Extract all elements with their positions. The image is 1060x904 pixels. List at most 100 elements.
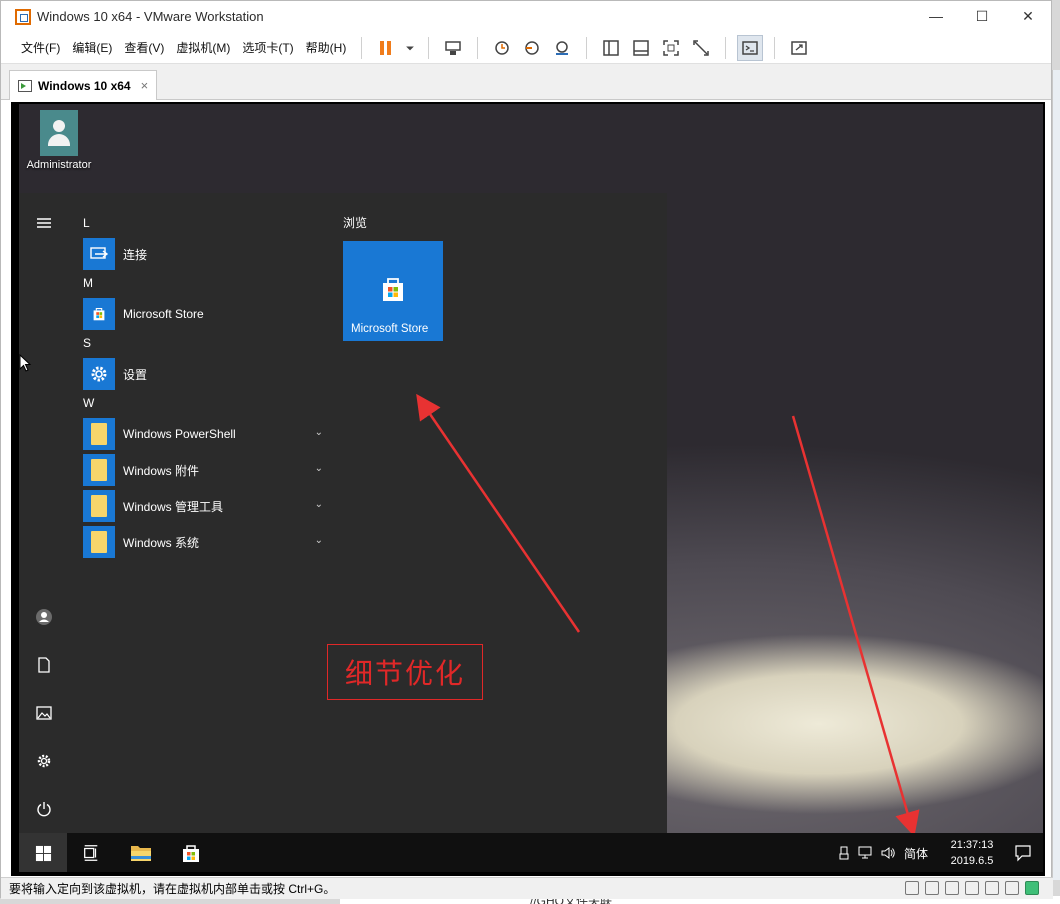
snapshot-icon[interactable] — [489, 35, 515, 61]
title-bar: Windows 10 x64 - VMware Workstation — ☐ … — [1, 1, 1051, 32]
close-button[interactable]: ✕ — [1005, 1, 1051, 31]
dropdown-icon[interactable] — [403, 35, 417, 61]
console-icon[interactable] — [737, 34, 764, 61]
revert-snapshot-icon[interactable] — [519, 35, 545, 61]
store-icon — [377, 273, 409, 308]
volume-icon[interactable] — [877, 833, 899, 872]
status-bar: 要将输入定向到该虚拟机，请在虚拟机内部单击或按 Ctrl+G。 — [1, 877, 1053, 899]
thumbnail-bar-icon[interactable] — [628, 35, 654, 61]
chevron-down-icon[interactable]: ⌄ — [315, 535, 323, 546]
fullscreen-icon[interactable] — [658, 35, 684, 61]
unity-icon[interactable] — [688, 35, 714, 61]
toolbar-separator — [586, 36, 588, 59]
usb-device-icon[interactable] — [833, 833, 855, 872]
maximize-button[interactable]: ☐ — [959, 1, 1005, 31]
app-name: 设置 — [123, 367, 148, 382]
store-taskbar-icon[interactable] — [167, 833, 215, 872]
toolbar-separator — [428, 36, 430, 59]
power-icon[interactable] — [32, 797, 56, 821]
clock[interactable]: 21:37:13 2019.6.5 — [941, 837, 1003, 869]
tab-strip: Windows 10 x64 × — [1, 64, 1051, 100]
app-folder-system[interactable]: Windows 系统 ⌄ — [83, 525, 323, 559]
toolbar-separator — [774, 36, 776, 59]
sound-card-icon[interactable] — [985, 881, 999, 895]
menu-tabs[interactable]: 选项卡(T) — [236, 36, 299, 60]
app-list: L 连接 M Microsoft Store S 设置 W Windows Po… — [83, 213, 323, 561]
toolbar-separator — [725, 36, 727, 59]
group-header-m[interactable]: M — [83, 273, 323, 293]
minimize-button[interactable]: — — [913, 1, 959, 31]
tiles-group-header[interactable]: 浏览 — [343, 213, 443, 233]
folder-icon — [83, 490, 115, 522]
annotation-text: 细节优化 — [344, 657, 465, 690]
system-tray: 简体 21:37:13 2019.6.5 — [833, 833, 1043, 872]
network-adapter-icon[interactable] — [945, 881, 959, 895]
windows-logo-icon — [35, 845, 51, 861]
folder-icon — [83, 418, 115, 450]
file-explorer-icon[interactable] — [117, 833, 165, 872]
menu-file[interactable]: 文件(F) — [15, 36, 66, 60]
menu-edit[interactable]: 编辑(E) — [66, 36, 118, 60]
annotation-box: 细节优化 — [327, 644, 483, 700]
start-button[interactable] — [19, 833, 67, 872]
network-icon[interactable] — [855, 833, 877, 872]
hamburger-menu-icon[interactable] — [32, 211, 56, 235]
app-connect[interactable]: 连接 — [83, 237, 323, 271]
pause-icon[interactable] — [373, 35, 399, 61]
snapshot-manager-icon[interactable] — [549, 35, 575, 61]
window-controls: — ☐ ✕ — [913, 1, 1051, 31]
group-header-w[interactable]: W — [83, 393, 323, 413]
mouse-cursor-icon — [19, 354, 32, 372]
app-folder-accessories[interactable]: Windows 附件 ⌄ — [83, 453, 323, 487]
ime-indicator[interactable]: 简体 — [899, 833, 933, 872]
app-microsoft-store[interactable]: Microsoft Store — [83, 297, 323, 331]
chevron-down-icon[interactable]: ⌄ — [315, 463, 323, 474]
menu-vm[interactable]: 虚拟机(M) — [170, 36, 236, 60]
group-header-s[interactable]: S — [83, 333, 323, 353]
device-status-icons — [905, 881, 1039, 895]
app-folder-powershell[interactable]: Windows PowerShell ⌄ — [83, 417, 323, 451]
desktop-icon-administrator[interactable]: Administrator — [21, 110, 97, 171]
stretch-icon[interactable] — [786, 35, 812, 61]
task-view-icon[interactable] — [67, 833, 115, 872]
user-folder-icon — [40, 110, 78, 156]
documents-icon[interactable] — [32, 653, 56, 677]
gear-icon — [83, 358, 115, 390]
desktop-icon-label: Administrator — [26, 159, 92, 171]
message-log-icon[interactable] — [1025, 881, 1039, 895]
app-settings[interactable]: 设置 — [83, 357, 323, 391]
chevron-down-icon[interactable]: ⌄ — [315, 499, 323, 510]
hard-disk-icon[interactable] — [905, 881, 919, 895]
store-icon — [83, 298, 115, 330]
sidebar-icon[interactable] — [598, 35, 624, 61]
printer-icon[interactable] — [1005, 881, 1019, 895]
guest-desktop[interactable]: Administrator L 连接 M Microsoft Store S 设… — [19, 104, 1043, 872]
group-header-l[interactable]: L — [83, 213, 323, 233]
action-center-icon[interactable] — [1003, 833, 1043, 872]
cd-dvd-icon[interactable] — [925, 881, 939, 895]
toolbar-separator — [361, 36, 363, 59]
tile-microsoft-store[interactable]: Microsoft Store — [343, 241, 443, 341]
send-ctrl-alt-del-icon[interactable] — [440, 35, 466, 61]
user-account-icon[interactable] — [32, 605, 56, 629]
clock-time: 21:37:13 — [950, 839, 994, 851]
vm-tab-icon — [18, 79, 32, 92]
menu-help[interactable]: 帮助(H) — [300, 36, 353, 60]
usb-controller-icon[interactable] — [965, 881, 979, 895]
guest-display[interactable]: Administrator L 连接 M Microsoft Store S 设… — [11, 102, 1045, 876]
app-name: Microsoft Store — [123, 307, 204, 321]
app-name: Windows 系统 — [123, 535, 200, 550]
settings-gear-icon[interactable] — [32, 749, 56, 773]
app-name: Windows PowerShell — [123, 427, 236, 441]
tab-close-icon[interactable]: × — [141, 78, 149, 93]
folder-icon — [83, 454, 115, 486]
menu-view[interactable]: 查看(V) — [118, 36, 170, 60]
chevron-down-icon[interactable]: ⌄ — [315, 427, 323, 438]
app-folder-admin-tools[interactable]: Windows 管理工具 ⌄ — [83, 489, 323, 523]
app-name: 连接 — [123, 247, 148, 262]
taskbar: 简体 21:37:13 2019.6.5 — [19, 833, 1043, 872]
status-message: 要将输入定向到该虚拟机，请在虚拟机内部单击或按 Ctrl+G。 — [9, 882, 336, 896]
tab-windows10[interactable]: Windows 10 x64 × — [9, 70, 157, 100]
vmware-icon — [15, 8, 31, 25]
pictures-icon[interactable] — [32, 701, 56, 725]
